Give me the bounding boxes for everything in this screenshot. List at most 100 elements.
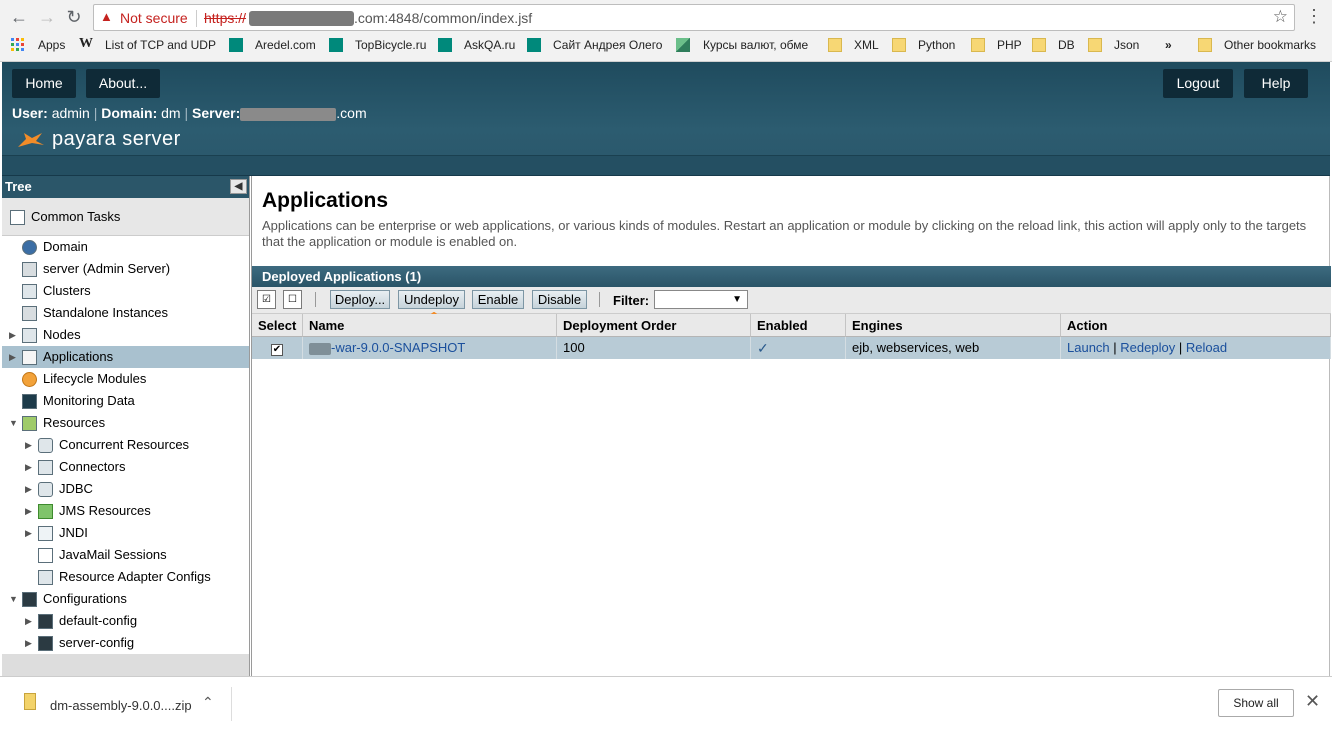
expand-arrow-icon[interactable]: ▶	[25, 522, 32, 544]
about-button[interactable]: About...	[86, 69, 160, 98]
chart-site-icon	[676, 38, 690, 52]
user-value: admin	[51, 105, 90, 121]
tree-item-jndi[interactable]: JNDI	[38, 522, 88, 544]
bookmark-askqa[interactable]: AskQA.ru	[464, 38, 515, 52]
help-button[interactable]: Help	[1244, 69, 1308, 98]
more-bookmarks-chevron[interactable]: »	[1165, 38, 1172, 52]
expand-arrow-icon[interactable]: ▶	[25, 434, 32, 456]
tree-item-resources[interactable]: Resources	[22, 412, 105, 434]
expand-arrow-icon[interactable]: ▶	[9, 346, 16, 368]
deselect-all-icon[interactable]: ☐	[283, 290, 302, 309]
deploy-button[interactable]: Deploy...	[330, 290, 390, 309]
expand-arrow-icon[interactable]: ▶	[25, 632, 32, 654]
tree-item-jdbc[interactable]: JDBC	[38, 478, 93, 500]
filter-select[interactable]: ▼	[654, 290, 748, 309]
server-suffix: .com	[336, 105, 367, 121]
bookmark-aredel[interactable]: Aredel.com	[255, 38, 316, 52]
expand-arrow-icon[interactable]: ▶	[25, 456, 32, 478]
site-icon	[527, 38, 541, 52]
home-button[interactable]: Home	[12, 69, 76, 98]
bookmark-db[interactable]: DB	[1058, 38, 1075, 52]
tree-title: Tree	[5, 179, 32, 194]
table-row-order: 100	[557, 337, 751, 359]
column-header-name[interactable]: Name	[303, 314, 557, 337]
tree-item-resource-adapter[interactable]: Resource Adapter Configs	[38, 566, 211, 588]
close-icon[interactable]: ✕	[1305, 691, 1320, 712]
collapse-arrow-icon[interactable]: ▼	[9, 412, 18, 434]
tree-item-monitoring[interactable]: Monitoring Data	[22, 390, 135, 412]
tree-item-connectors[interactable]: Connectors	[38, 456, 125, 478]
tree-item-server[interactable]: server (Admin Server)	[22, 258, 170, 280]
back-arrow-icon[interactable]: ←	[8, 6, 30, 28]
chevron-up-icon[interactable]: ⌃	[202, 694, 214, 711]
instance-icon	[22, 306, 37, 322]
reload-link[interactable]: Reload	[1186, 340, 1227, 355]
expand-arrow-icon[interactable]: ▶	[9, 324, 16, 346]
download-item[interactable]: dm-assembly-9.0.0....zip ⌃	[20, 689, 230, 719]
expand-arrow-icon[interactable]: ▶	[25, 478, 32, 500]
lifecycle-icon	[22, 372, 37, 388]
launch-link[interactable]: Launch	[1067, 340, 1110, 355]
tree-item-standalone[interactable]: Standalone Instances	[22, 302, 168, 324]
column-header-enabled[interactable]: Enabled	[751, 314, 846, 337]
column-header-order[interactable]: Deployment Order	[557, 314, 751, 337]
disable-button[interactable]: Disable	[532, 290, 587, 309]
bookmark-currency[interactable]: Курсы валют, обме	[703, 38, 808, 52]
tree-item-label: Lifecycle Modules	[43, 371, 147, 386]
bookmark-other[interactable]: Other bookmarks	[1224, 38, 1316, 52]
expand-arrow-icon[interactable]: ▶	[25, 610, 32, 632]
show-all-button[interactable]: Show all	[1218, 689, 1294, 717]
bookmark-xml[interactable]: XML	[854, 38, 879, 52]
address-bar[interactable]: ▲ Not secure https:// .com:4848/common/i…	[93, 4, 1295, 31]
tree-item-default-config[interactable]: default-config	[38, 610, 137, 632]
tree-item-label: server-config	[59, 635, 135, 650]
reload-icon[interactable]: ↻	[63, 6, 85, 28]
select-all-icon[interactable]: ☑	[257, 290, 276, 309]
tree-item-javamail[interactable]: JavaMail Sessions	[38, 544, 167, 566]
tree-item-server-config[interactable]: server-config	[38, 632, 134, 654]
forward-arrow-icon[interactable]: →	[36, 6, 58, 28]
bookmark-json[interactable]: Json	[1114, 38, 1139, 52]
tree-item-label: server (Admin Server)	[43, 261, 171, 276]
collapse-arrow-icon[interactable]: ▼	[9, 588, 18, 610]
download-filename: dm-assembly-9.0.0....zip	[50, 698, 192, 713]
app-name-link[interactable]: -war-9.0.0-SNAPSHOT	[331, 340, 465, 355]
tree-item-jms[interactable]: JMS Resources	[38, 500, 151, 522]
tree-item-lifecycle[interactable]: Lifecycle Modules	[22, 368, 146, 390]
column-header-action[interactable]: Action	[1061, 314, 1331, 337]
folder-icon	[892, 38, 906, 52]
column-header-engines[interactable]: Engines	[846, 314, 1061, 337]
tree-item-configurations[interactable]: Configurations	[22, 588, 127, 610]
logout-button[interactable]: Logout	[1163, 69, 1233, 98]
security-label[interactable]: Not secure	[120, 10, 188, 26]
database-icon	[38, 438, 53, 454]
bookmark-andrey[interactable]: Сайт Андрея Олего	[553, 38, 662, 52]
bookmark-apps[interactable]: Apps	[38, 38, 65, 52]
tree-item-clusters[interactable]: Clusters	[22, 280, 91, 302]
tree-item-applications[interactable]: Applications	[22, 346, 113, 368]
common-tasks[interactable]: Common Tasks	[2, 198, 249, 236]
common-tasks-label: Common Tasks	[31, 209, 121, 224]
browser-menu-icon[interactable]: ⋮	[1305, 6, 1323, 27]
redacted-host	[249, 11, 354, 26]
redeploy-link[interactable]: Redeploy	[1120, 340, 1175, 355]
bookmark-star-icon[interactable]: ☆	[1273, 7, 1288, 27]
enable-button[interactable]: Enable	[472, 290, 524, 309]
bookmark-tcp-udp[interactable]: List of TCP and UDP	[105, 38, 216, 52]
bookmark-python[interactable]: Python	[918, 38, 955, 52]
bookmark-topbicycle[interactable]: TopBicycle.ru	[355, 38, 426, 52]
row-checkbox[interactable]: ✔	[271, 344, 283, 356]
collapse-tree-icon[interactable]: ◀	[230, 179, 247, 194]
tree-item-concurrent[interactable]: Concurrent Resources	[38, 434, 189, 456]
user-prefix: User:	[12, 105, 48, 121]
tree-item-nodes[interactable]: Nodes	[22, 324, 81, 346]
globe-icon	[22, 240, 37, 256]
tree-item-domain[interactable]: Domain	[22, 236, 88, 258]
bookmark-php[interactable]: PHP	[997, 38, 1022, 52]
undeploy-button[interactable]: Undeploy	[398, 290, 465, 309]
common-tasks-item[interactable]: Common Tasks	[10, 206, 120, 228]
apps-grid-icon[interactable]	[11, 38, 25, 52]
domain-value: dm	[161, 105, 181, 121]
expand-arrow-icon[interactable]: ▶	[25, 500, 32, 522]
column-header-select[interactable]: Select	[252, 314, 303, 337]
